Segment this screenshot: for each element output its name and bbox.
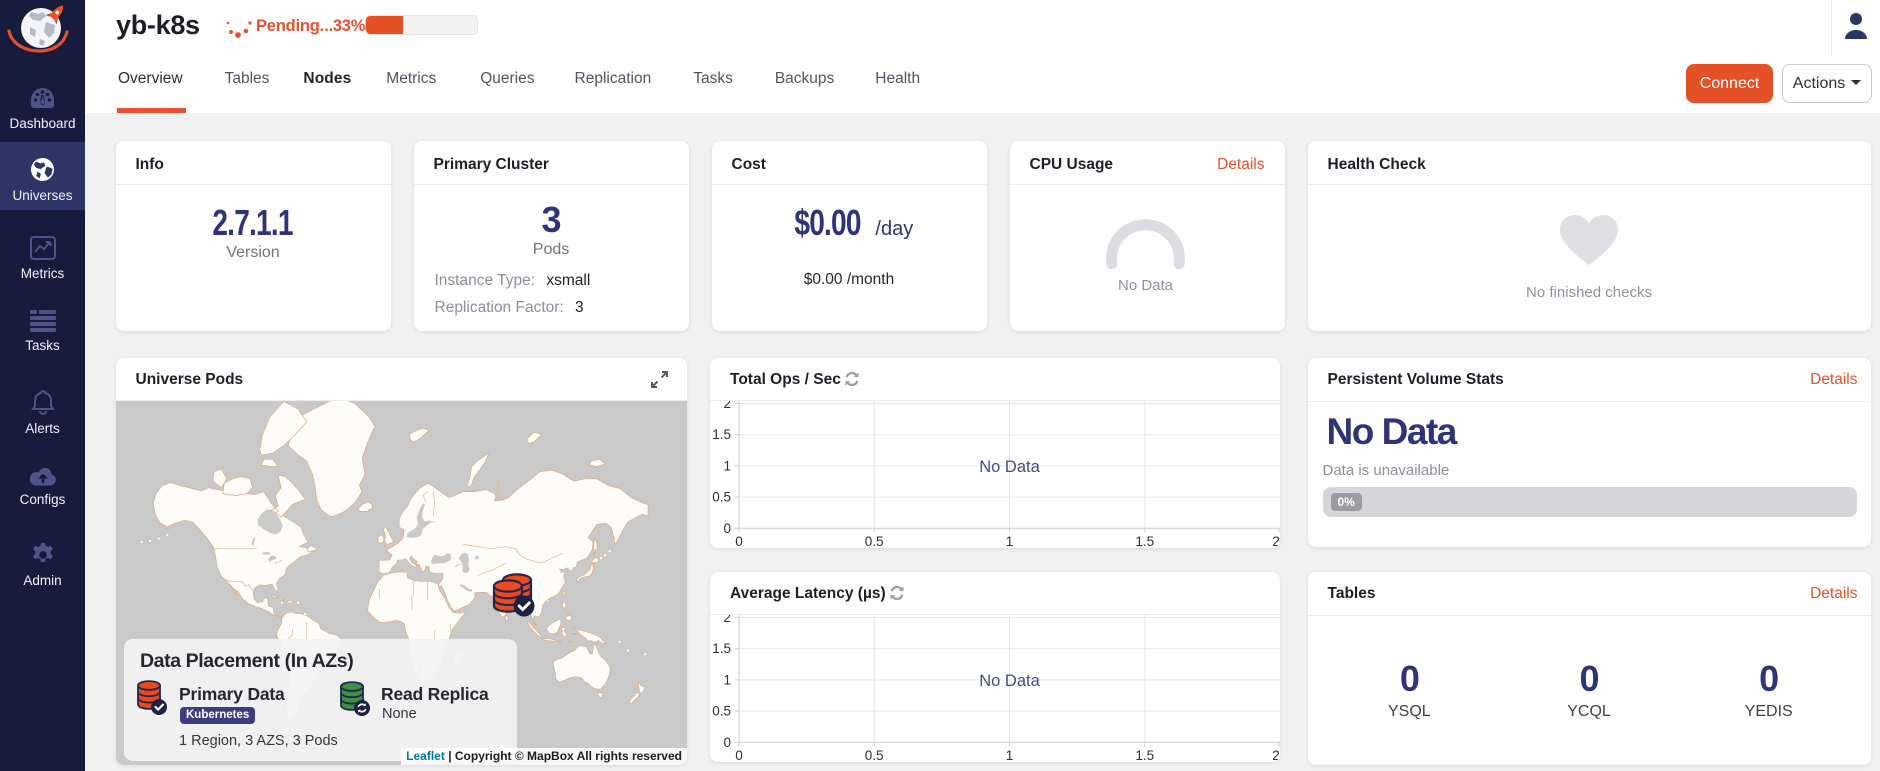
svg-text:0.5: 0.5 [712, 489, 731, 504]
svg-text:No Data: No Data [979, 458, 1040, 476]
svg-text:1: 1 [723, 458, 731, 473]
svg-text:1: 1 [1006, 748, 1014, 762]
svg-text:2: 2 [723, 401, 731, 411]
svg-text:0: 0 [723, 734, 731, 749]
svg-text:1.5: 1.5 [712, 641, 731, 656]
svg-text:1.5: 1.5 [1135, 534, 1154, 548]
svg-text:0: 0 [723, 520, 731, 535]
svg-text:No Data: No Data [1117, 277, 1173, 294]
svg-text:0.5: 0.5 [865, 748, 884, 762]
svg-text:1.5: 1.5 [1135, 748, 1154, 762]
svg-text:2: 2 [723, 615, 731, 625]
svg-text:2: 2 [1272, 534, 1280, 548]
svg-text:0: 0 [735, 748, 743, 762]
svg-text:1.5: 1.5 [712, 427, 731, 442]
svg-text:0: 0 [735, 534, 743, 548]
svg-text:0.5: 0.5 [712, 703, 731, 718]
svg-text:1: 1 [723, 672, 731, 687]
svg-text:1: 1 [1006, 534, 1014, 548]
svg-text:2: 2 [1272, 748, 1280, 762]
svg-text:No Data: No Data [979, 672, 1040, 690]
svg-text:0.5: 0.5 [865, 534, 884, 548]
